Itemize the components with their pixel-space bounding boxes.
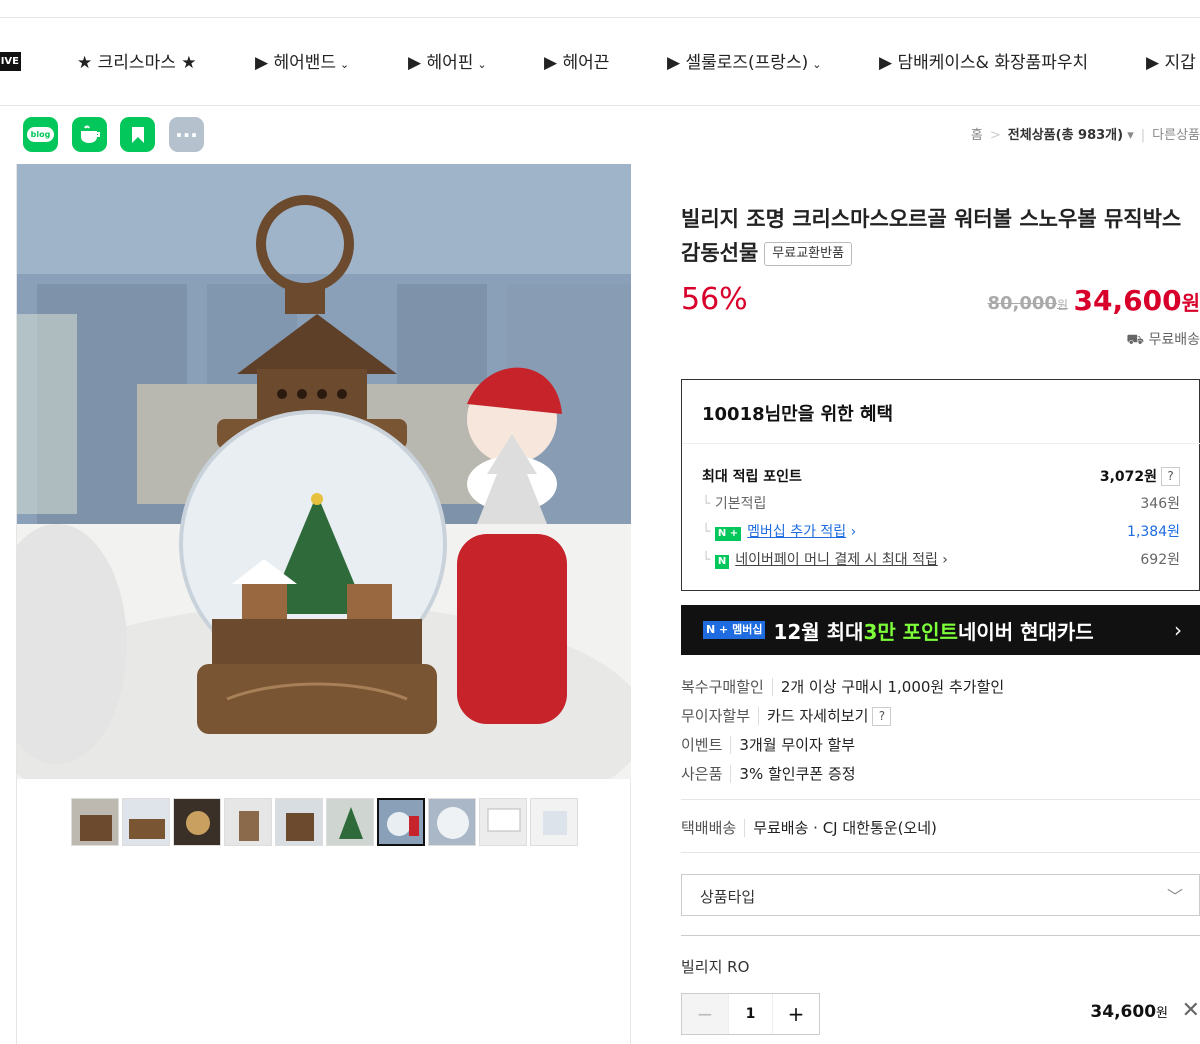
more-share-button[interactable]: ···: [169, 117, 204, 152]
thumbnail-active[interactable]: [377, 798, 425, 846]
category-nav: IVE ★ 크리스마스 ★ ▶ 헤어밴드 ⌄ ▶ 헤어핀 ⌄ ▶ 헤어끈 ▶ 셀룰로…: [0, 18, 1200, 106]
gift-row: 사은품 3% 할인쿠폰 증정: [681, 765, 856, 783]
free-return-tag: 무료교환반품: [764, 242, 853, 266]
thumbnail[interactable]: [122, 798, 170, 846]
nav-item-hairpin[interactable]: ▶ 헤어핀 ⌄: [408, 48, 487, 73]
benefit-box: 10018님만을 위한 혜택 최대 적립 포인트 3,072원? └ 기본적립 …: [681, 379, 1200, 591]
naver-plus-badge: N +: [714, 527, 742, 541]
nav-item-cellulose[interactable]: ▶ 셀룰로즈(프랑스) ⌄: [667, 48, 821, 73]
installment-row[interactable]: 무이자할부 카드 자세히보기?: [681, 705, 892, 726]
help-icon[interactable]: ?: [872, 707, 892, 726]
product-main-image: [17, 164, 631, 779]
thumbnail[interactable]: [224, 798, 272, 846]
breadcrumb-other[interactable]: 다른상품: [1152, 128, 1200, 143]
thumbnail[interactable]: [479, 798, 527, 846]
thumbnail[interactable]: [326, 798, 374, 846]
chevron-down-icon: ⌄: [812, 58, 822, 71]
blog-share-button[interactable]: blog: [23, 117, 58, 152]
naverpay-badge: N: [714, 555, 730, 569]
membership-points-row[interactable]: └ N + 멤버십 추가 적립 › 1,384원: [702, 521, 1180, 541]
breadcrumb-category[interactable]: 전체상품(총 983개): [1008, 128, 1123, 143]
benefit-title: 10018님만을 위한 혜택: [702, 404, 894, 425]
thumbnail[interactable]: [71, 798, 119, 846]
product-title: 빌리지 조명 크리스마스오르골 워터볼 스노우볼 뮤직박스 감동선물 무료교환반품: [681, 207, 1182, 266]
basic-points-row: └ 기본적립 346원: [702, 496, 1180, 512]
nav-item-hairband[interactable]: ▶ 헤어밴드 ⌄: [255, 48, 349, 73]
option-select[interactable]: 상품타입 ﹀: [681, 874, 1200, 916]
shipping-info: ⛟ 무료배송: [1126, 332, 1200, 348]
live-badge: IVE: [0, 52, 21, 71]
chevron-right-icon: ›: [1174, 618, 1182, 642]
breadcrumb-home[interactable]: 홈: [971, 128, 983, 143]
discount-rate: 56%: [681, 282, 748, 317]
caret-down-icon: ▾: [1123, 128, 1134, 143]
thumbnail-strip: [71, 798, 578, 846]
nav-item-christmas[interactable]: ★ 크리스마스 ★: [77, 48, 197, 73]
chevron-down-icon: ⌄: [340, 58, 350, 71]
truck-icon: ⛟: [1126, 332, 1149, 348]
help-icon[interactable]: ?: [1161, 467, 1180, 486]
product-gallery: [16, 164, 631, 1044]
cafe-icon: [80, 125, 100, 143]
close-icon[interactable]: ✕: [1182, 998, 1200, 1023]
thumbnail[interactable]: [530, 798, 578, 846]
nav-item-hairtie[interactable]: ▶ 헤어끈: [544, 48, 609, 73]
quantity-input[interactable]: 1: [728, 994, 773, 1034]
membership-badge: N + 멤버십: [703, 621, 766, 639]
chevron-down-icon: ⌄: [477, 58, 487, 71]
decrease-button[interactable]: −: [682, 994, 728, 1034]
increase-button[interactable]: +: [773, 994, 819, 1034]
cafe-share-button[interactable]: [72, 117, 107, 152]
bookmark-share-button[interactable]: [120, 117, 155, 152]
nav-item-pouch[interactable]: ▶ 담배케이스& 화장품파우치: [879, 48, 1088, 73]
thumbnail[interactable]: [428, 798, 476, 846]
max-points-row: 최대 적립 포인트 3,072원?: [702, 466, 1180, 486]
blog-icon: blog: [26, 127, 55, 142]
multi-buy-row: 복수구매할인 2개 이상 구매시 1,000원 추가할인: [681, 678, 1005, 696]
sale-price: 34,600원: [1073, 284, 1200, 317]
selected-option-name: 빌리지 RO: [681, 958, 750, 976]
event-row: 이벤트 3개월 무이자 할부: [681, 736, 856, 754]
breadcrumb: 홈 > 전체상품(총 983개) ▾ | 다른상품: [970, 128, 1200, 143]
nav-item-wallet[interactable]: ▶ 지갑: [1146, 48, 1196, 73]
chevron-down-icon: ﹀: [1166, 887, 1183, 906]
delivery-row: 택배배송 무료배송 · CJ 대한통운(오네): [681, 819, 937, 837]
bookmark-icon: [131, 126, 144, 143]
more-icon: ···: [175, 122, 198, 147]
quantity-stepper: − 1 +: [681, 993, 820, 1035]
naverpay-points-row[interactable]: └ N 네이버페이 머니 결제 시 최대 적립 › 692원: [702, 549, 1180, 569]
selected-price: 34,600원: [1090, 1002, 1168, 1022]
thumbnail[interactable]: [173, 798, 221, 846]
card-promo-banner[interactable]: N + 멤버십 12월 최대 3만 포인트 네이버 현대카드 ›: [681, 605, 1200, 655]
thumbnail[interactable]: [275, 798, 323, 846]
original-price: 80,000원: [987, 293, 1068, 314]
